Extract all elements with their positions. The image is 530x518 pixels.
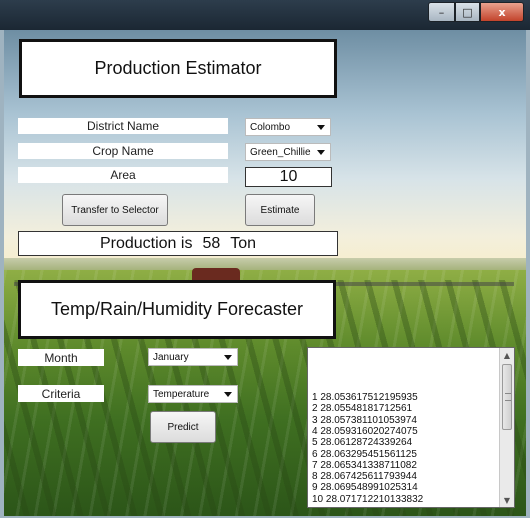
forecast-results-items: 1 28.053617512195935 2 28.05548181712561 3… [312, 392, 498, 505]
arrow-up-icon[interactable]: ▲ [500, 348, 514, 362]
transfer-to-selector-button[interactable]: Transfer to Selector [62, 194, 168, 226]
criteria-label: Criteria [18, 385, 104, 402]
chevron-down-icon [224, 355, 232, 360]
district-select-value: Colombo [250, 121, 291, 133]
estimate-button[interactable]: Estimate [245, 194, 315, 226]
forecast-result-item[interactable]: 10 28.071712210133832 [312, 494, 498, 505]
maximize-icon: □ [462, 5, 473, 19]
forecast-result-item[interactable]: 2 28.05548181712561 [312, 403, 498, 414]
close-button[interactable]: x [480, 2, 524, 22]
production-result: Production is 58 Ton [18, 231, 338, 256]
forecast-result-item[interactable]: 5 28.06128724339264 [312, 437, 498, 448]
forecast-result-item[interactable]: 3 28.057381101053974 [312, 415, 498, 426]
forecast-result-item[interactable]: 6 28.063295451561125 [312, 449, 498, 460]
forecast-results-list[interactable]: 1 28.053617512195935 2 28.05548181712561 3… [307, 347, 515, 508]
crop-select[interactable]: Green_Chillie [245, 143, 331, 161]
district-select[interactable]: Colombo [245, 118, 331, 136]
forecast-scrollbar[interactable]: ▲ ▼ [499, 348, 514, 507]
area-input[interactable]: 10 [245, 167, 332, 187]
criteria-select[interactable]: Temperature [148, 385, 238, 403]
month-select-value: January [153, 351, 189, 363]
crop-select-value: Green_Chillie [250, 146, 311, 158]
production-result-prefix: Production is [99, 234, 193, 252]
chevron-down-icon [224, 392, 232, 397]
area-label: Area [18, 167, 228, 183]
maximize-button[interactable]: □ [455, 2, 480, 22]
forecaster-title: Temp/Rain/Humidity Forecaster [18, 280, 336, 339]
window-controls: – □ x [428, 2, 524, 22]
crop-name-label: Crop Name [18, 143, 228, 159]
month-label: Month [18, 349, 104, 366]
chevron-down-icon [317, 125, 325, 130]
chevron-down-icon [317, 150, 325, 155]
app-window: – □ x Production Estimator District Name… [0, 0, 530, 518]
minimize-button[interactable]: – [428, 2, 455, 22]
production-estimator-title: Production Estimator [19, 39, 337, 98]
forecast-result-item[interactable]: 1 28.053617512195935 [312, 392, 498, 403]
minimize-icon: – [438, 5, 445, 19]
forecast-result-item[interactable]: 4 28.059316020274075 [312, 426, 498, 437]
grip-icon [505, 393, 511, 401]
scrollbar-thumb[interactable] [502, 364, 512, 430]
production-result-unit: Ton [230, 234, 257, 252]
predict-button[interactable]: Predict [150, 411, 216, 443]
criteria-select-value: Temperature [153, 388, 210, 400]
arrow-down-icon[interactable]: ▼ [500, 493, 514, 507]
title-bar[interactable]: – □ x [0, 0, 530, 30]
forecast-result-item[interactable]: 8 28.067425611793944 [312, 471, 498, 482]
forecast-result-item[interactable]: 7 28.065341338711082 [312, 460, 498, 471]
close-icon: x [498, 5, 506, 19]
production-result-value: 58 [202, 234, 221, 252]
month-select[interactable]: January [148, 348, 238, 366]
district-name-label: District Name [18, 118, 228, 134]
forecast-result-item[interactable]: 9 28.069548991025314 [312, 482, 498, 493]
